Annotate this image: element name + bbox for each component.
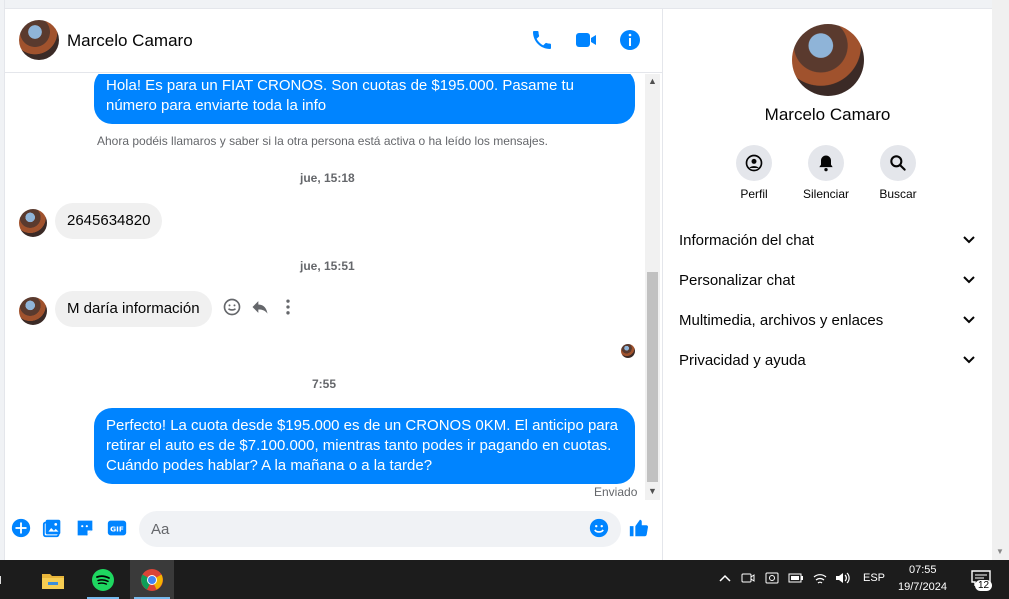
attach-image-icon[interactable] xyxy=(42,517,64,539)
phone-call-icon[interactable] xyxy=(530,28,554,52)
call-info-notice: Ahora podéis llamaros y saber si la otra… xyxy=(97,134,548,148)
section-media-files-links[interactable]: Multimedia, archivos y enlaces xyxy=(679,304,977,336)
profile-label: Perfil xyxy=(740,187,768,201)
window-top-edge xyxy=(0,0,992,9)
clock-time[interactable]: 07:55 xyxy=(909,564,937,576)
more-options-icon[interactable] xyxy=(278,297,298,317)
profile-avatar[interactable] xyxy=(792,24,864,96)
svg-text:GIF: GIF xyxy=(110,525,124,534)
section-privacy-help[interactable]: Privacidad y ayuda xyxy=(679,344,977,376)
mute-button[interactable]: Silenciar xyxy=(790,145,862,201)
search-button[interactable]: Buscar xyxy=(862,145,934,201)
capture-icon[interactable] xyxy=(763,569,781,587)
scroll-down-arrow-icon[interactable]: ▼ xyxy=(648,486,657,496)
scroll-thumb[interactable] xyxy=(647,272,658,482)
conversation-info-panel: Marcelo Camaro Perfil Silenciar Buscar I… xyxy=(663,9,992,560)
message-scrollbar[interactable]: ▲ ▼ xyxy=(645,74,660,500)
chat-panel: Marcelo Camaro Hola! Es para un FIAT CRO… xyxy=(5,9,663,560)
message-input[interactable] xyxy=(139,511,621,547)
section-customize-chat[interactable]: Personalizar chat xyxy=(679,264,977,296)
seen-avatar xyxy=(621,344,635,358)
scroll-up-arrow-icon[interactable]: ▲ xyxy=(648,76,657,86)
section-label: Información del chat xyxy=(679,231,815,249)
thumbs-up-icon[interactable] xyxy=(628,517,650,539)
profile-name: Marcelo Camaro xyxy=(764,105,891,124)
composer: GIF xyxy=(5,506,662,560)
chevron-down-icon xyxy=(963,276,975,284)
section-chat-info[interactable]: Información del chat xyxy=(679,224,977,256)
message-outgoing[interactable]: Hola! Es para un FIAT CRONOS. Son cuotas… xyxy=(94,74,635,124)
sent-status: Enviado xyxy=(594,485,638,499)
timestamp: 7:55 xyxy=(312,377,337,391)
volume-icon[interactable] xyxy=(834,569,852,587)
bell-icon xyxy=(808,145,844,181)
sender-avatar[interactable] xyxy=(19,297,47,325)
gif-icon[interactable]: GIF xyxy=(106,517,128,539)
task-view-icon[interactable] xyxy=(0,560,14,599)
battery-icon[interactable] xyxy=(787,569,805,587)
language-indicator[interactable]: ESP xyxy=(863,572,885,584)
chevron-down-icon xyxy=(963,356,975,364)
file-explorer-icon[interactable] xyxy=(33,560,73,599)
meet-now-icon[interactable] xyxy=(739,569,757,587)
mute-label: Silenciar xyxy=(802,187,850,201)
chevron-down-icon xyxy=(963,316,975,324)
clock-date[interactable]: 19/7/2024 xyxy=(898,581,947,593)
message-incoming[interactable]: 2645634820 xyxy=(55,203,163,239)
show-hidden-icons-icon[interactable] xyxy=(716,569,734,587)
scroll-down-arrow-icon[interactable]: ▼ xyxy=(996,547,1004,556)
contact-avatar[interactable] xyxy=(19,20,59,60)
message-outgoing[interactable]: Perfecto! La cuota desde $195.000 es de … xyxy=(94,408,635,484)
chat-header: Marcelo Camaro xyxy=(5,9,662,73)
reply-icon[interactable] xyxy=(250,297,270,317)
profile-icon xyxy=(736,145,772,181)
search-label: Buscar xyxy=(879,187,917,201)
message-list[interactable]: Hola! Es para un FIAT CRONOS. Son cuotas… xyxy=(5,74,662,500)
wifi-icon[interactable] xyxy=(811,569,829,587)
emoji-icon[interactable] xyxy=(588,517,610,539)
page-scrollbar[interactable]: ▼ xyxy=(992,0,1009,560)
spotify-icon[interactable] xyxy=(83,560,123,599)
profile-button[interactable]: Perfil xyxy=(718,145,790,201)
timestamp: jue, 15:18 xyxy=(300,171,355,185)
chevron-down-icon xyxy=(963,236,975,244)
notification-badge: 12 xyxy=(975,580,993,591)
message-incoming[interactable]: M daría información xyxy=(55,291,212,327)
timestamp: jue, 15:51 xyxy=(300,259,355,273)
more-actions-icon[interactable] xyxy=(10,517,32,539)
search-icon xyxy=(880,145,916,181)
section-label: Privacidad y ayuda xyxy=(679,351,806,369)
section-label: Multimedia, archivos y enlaces xyxy=(679,311,884,329)
sticker-icon[interactable] xyxy=(74,517,96,539)
chrome-icon[interactable] xyxy=(130,560,174,599)
contact-name[interactable]: Marcelo Camaro xyxy=(67,31,193,51)
sender-avatar[interactable] xyxy=(19,209,47,237)
info-icon[interactable] xyxy=(618,28,642,52)
react-emoji-icon[interactable] xyxy=(222,297,242,317)
video-call-icon[interactable] xyxy=(574,28,598,52)
taskbar: ESP 07:55 19/7/2024 12 xyxy=(0,560,1009,599)
section-label: Personalizar chat xyxy=(679,271,795,289)
